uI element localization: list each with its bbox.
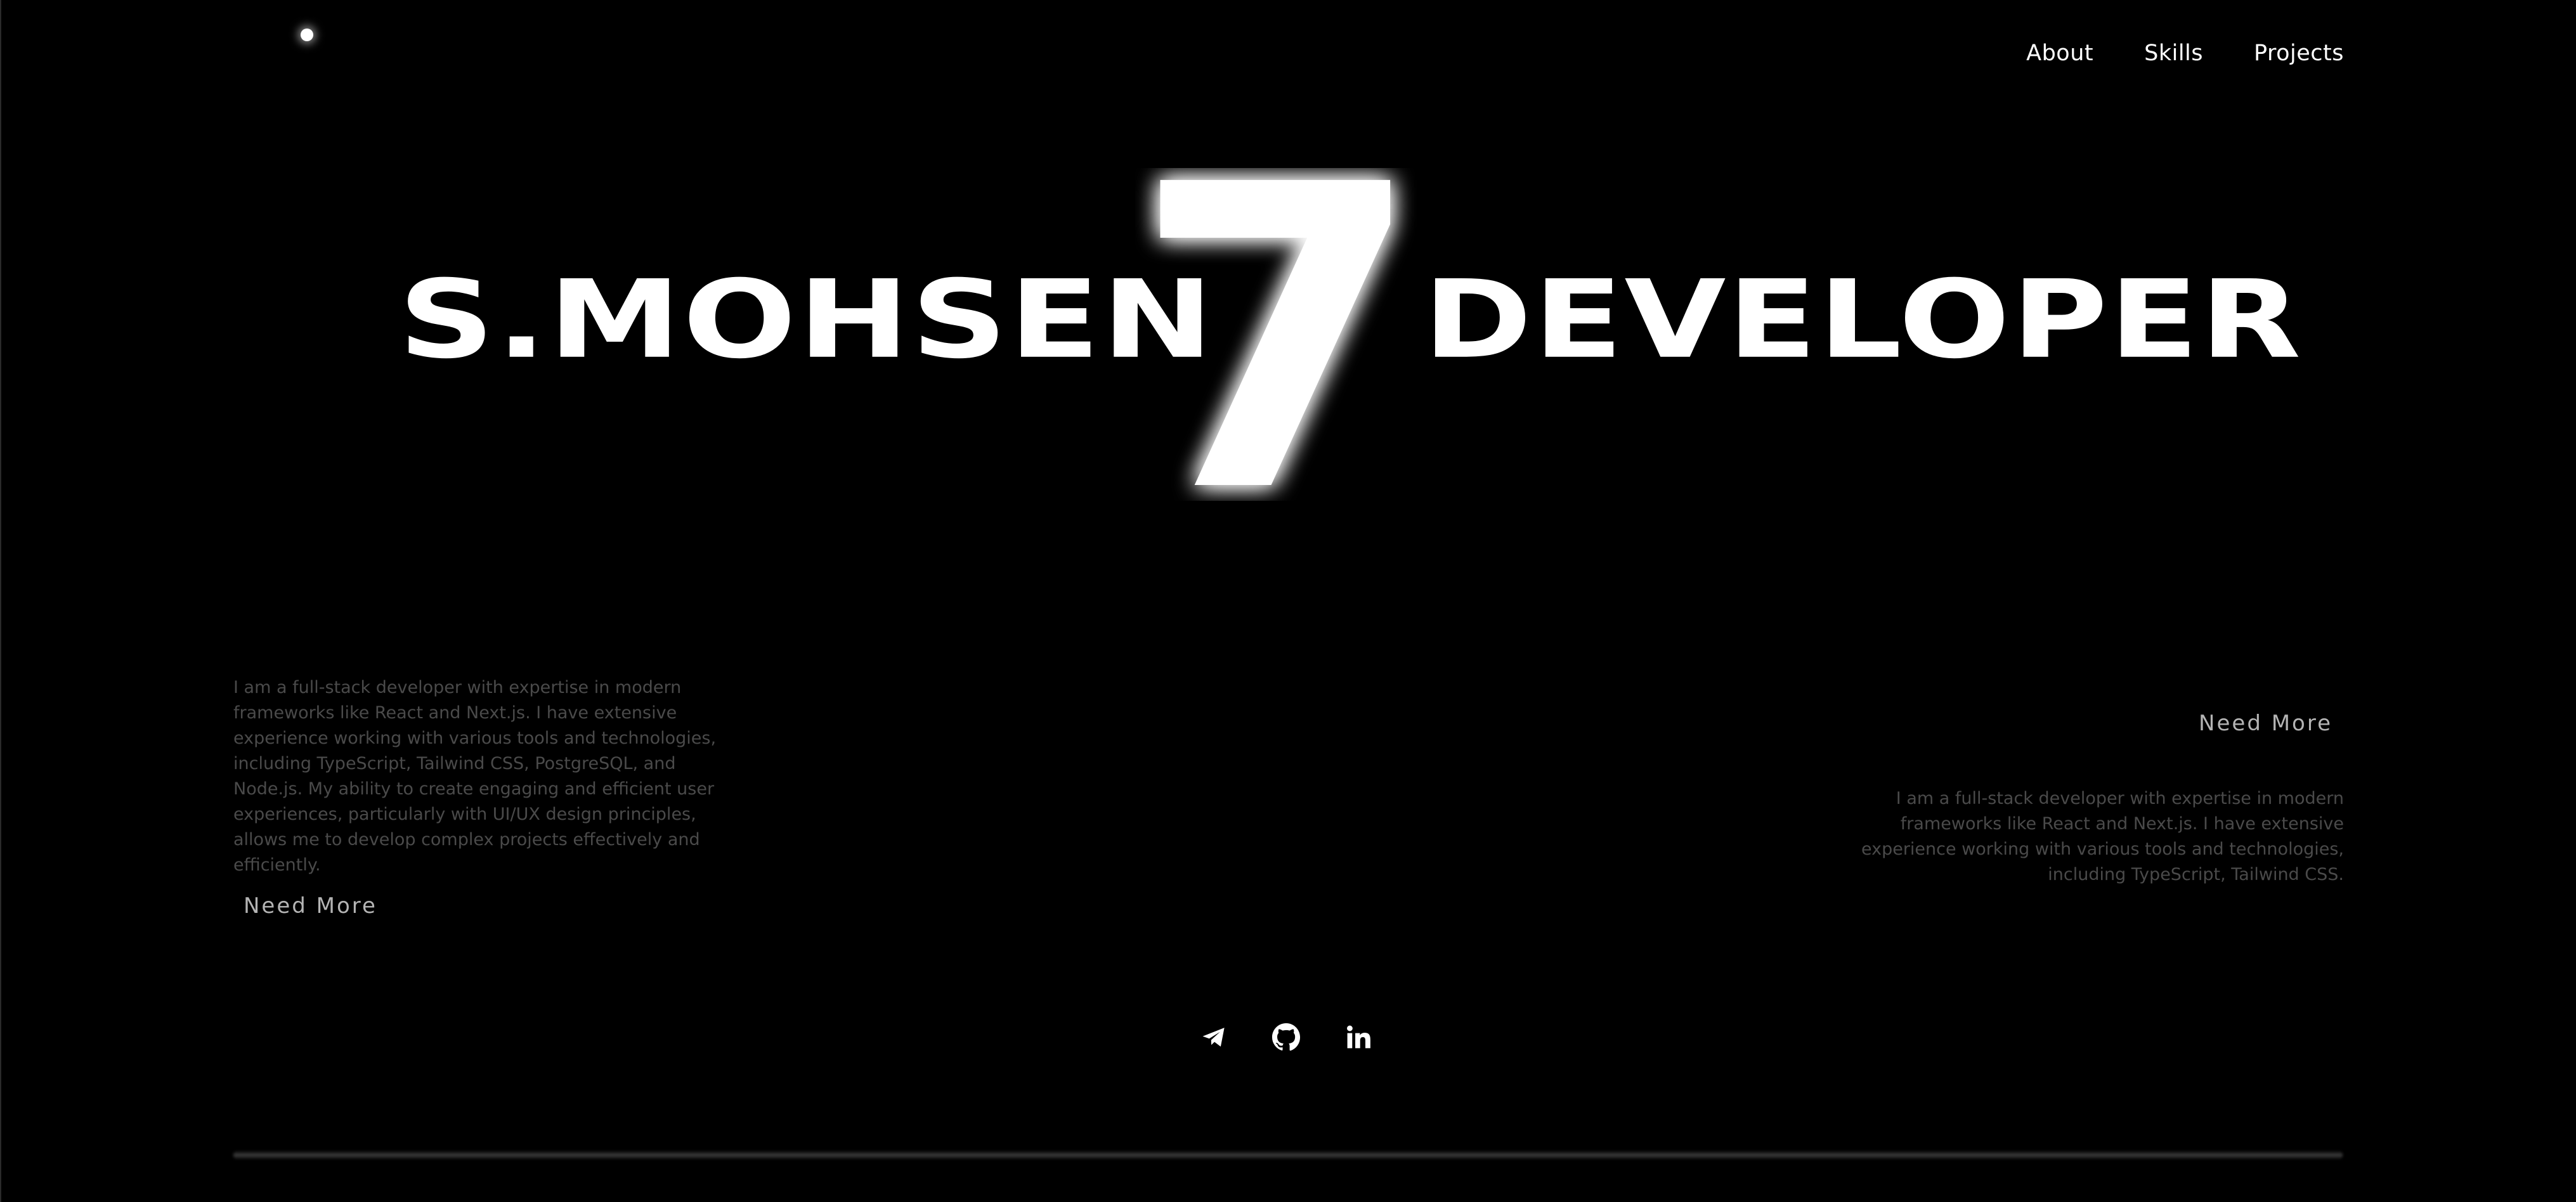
social-links	[1199, 1022, 1374, 1052]
hero-seven-glyph: 7	[1135, 168, 1421, 501]
top-nav: About Skills Projects	[2026, 41, 2344, 66]
footer-divider	[233, 1151, 2343, 1160]
need-more-button-right[interactable]: Need More	[2199, 711, 2332, 736]
need-more-button-left[interactable]: Need More	[244, 893, 377, 919]
glowing-dot-logo	[301, 29, 313, 41]
hero-name: S.MOHSEN	[398, 257, 1215, 383]
intro-paragraph-right: I am a full-stack developer with experti…	[1861, 789, 2344, 884]
telegram-icon[interactable]	[1199, 1022, 1229, 1052]
linkedin-icon[interactable]	[1343, 1022, 1374, 1052]
nav-item-projects[interactable]: Projects	[2254, 41, 2344, 66]
hero-number: 7	[1135, 168, 1421, 501]
left-edge-divider	[0, 0, 1, 1202]
nav-item-skills[interactable]: Skills	[2144, 41, 2203, 66]
nav-item-about[interactable]: About	[2026, 41, 2093, 66]
hero-title: DEVELOPER	[1423, 257, 2303, 383]
github-icon[interactable]	[1271, 1022, 1301, 1052]
intro-paragraph-left: I am a full-stack developer with experti…	[233, 678, 717, 875]
portfolio-page: About Skills Projects S.MOHSEN 7 DEVELOP…	[0, 0, 2576, 1202]
